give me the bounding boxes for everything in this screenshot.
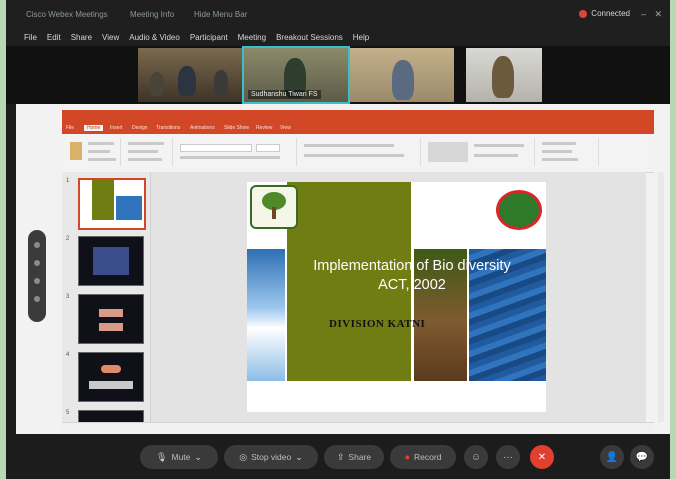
menu-participant[interactable]: Participant bbox=[190, 33, 228, 42]
pointer-icon[interactable] bbox=[34, 242, 40, 248]
share-label: Share bbox=[348, 452, 372, 462]
ribbon-tabs: File Home Insert Design Transitions Anim… bbox=[62, 124, 654, 134]
record-button[interactable]: ● Record bbox=[390, 445, 456, 469]
slide-subtitle: DIVISION KATNI bbox=[329, 318, 426, 330]
slide-number: 3 bbox=[66, 294, 70, 300]
tree-logo-icon bbox=[250, 185, 298, 229]
ribbon bbox=[62, 134, 654, 173]
menu-meeting[interactable]: Meeting bbox=[238, 33, 266, 42]
title-bar: Cisco Webex Meetings Meeting Info Hide M… bbox=[6, 0, 670, 28]
menu-audio-video[interactable]: Audio & Video bbox=[129, 33, 180, 42]
participant-figure bbox=[492, 56, 514, 98]
video-tile-2[interactable]: Sudhanshu Tiwari FS bbox=[242, 46, 350, 104]
participant-figure bbox=[178, 66, 196, 96]
microphone-icon: 🎙 bbox=[156, 451, 168, 462]
drawing-group bbox=[424, 138, 535, 166]
eraser-icon[interactable] bbox=[34, 278, 40, 284]
hide-menu-bar-tab[interactable]: Hide Menu Bar bbox=[194, 10, 247, 19]
slide-thumb-4[interactable] bbox=[78, 352, 144, 402]
status-bar bbox=[62, 422, 654, 433]
stop-video-label: Stop video bbox=[251, 452, 292, 462]
annotation-toolbar bbox=[28, 230, 46, 322]
meeting-info-tab[interactable]: Meeting Info bbox=[130, 10, 174, 19]
share-button[interactable]: ⇪ Share bbox=[324, 445, 384, 469]
chevron-down-icon: ⌄ bbox=[295, 451, 303, 462]
connection-status[interactable]: Connected bbox=[579, 9, 630, 18]
minimize-icon[interactable]: – bbox=[641, 9, 646, 19]
record-icon: ● bbox=[404, 452, 411, 462]
slide-thumb-2[interactable] bbox=[78, 236, 144, 286]
pen-icon[interactable] bbox=[34, 260, 40, 266]
more-tools-icon[interactable] bbox=[34, 296, 40, 302]
participant-name: Sudhanshu Tiwari FS bbox=[248, 90, 321, 99]
slide-number: 4 bbox=[66, 352, 70, 358]
video-tile-1[interactable] bbox=[138, 48, 242, 102]
paste-icon[interactable] bbox=[70, 142, 82, 160]
ribbon-tab-animations[interactable]: Animations bbox=[190, 125, 215, 131]
reactions-icon[interactable]: ☺ bbox=[464, 445, 488, 469]
record-label: Record bbox=[414, 452, 442, 462]
end-meeting-icon[interactable]: ✕ bbox=[530, 445, 554, 469]
powerpoint-title-bar bbox=[62, 110, 654, 124]
slide-thumb-1[interactable] bbox=[78, 178, 146, 230]
ribbon-tab-transitions[interactable]: Transitions bbox=[156, 125, 180, 131]
meeting-controls: 🎙 Mute ⌄ ◎ Stop video ⌄ ⇪ Share ● Record… bbox=[6, 434, 670, 479]
menu-file[interactable]: File bbox=[24, 33, 37, 42]
share-icon: ⇪ bbox=[336, 451, 345, 462]
app-title: Cisco Webex Meetings bbox=[26, 10, 108, 19]
slide-number: 2 bbox=[66, 236, 70, 242]
participant-figure bbox=[150, 72, 164, 96]
slide-title: Implementation of Bio diversity ACT, 200… bbox=[313, 258, 511, 293]
slide-editor: Implementation of Bio diversity ACT, 200… bbox=[151, 172, 646, 422]
editing-group bbox=[538, 138, 599, 166]
participant-figure bbox=[214, 70, 228, 96]
ribbon-tab-insert[interactable]: Insert bbox=[110, 125, 123, 131]
slide-number: 1 bbox=[66, 178, 70, 184]
more-options-icon[interactable]: ··· bbox=[496, 445, 520, 469]
vertical-scrollbar[interactable] bbox=[658, 172, 664, 422]
forest-department-emblem-icon bbox=[496, 190, 542, 230]
ribbon-tab-view[interactable]: View bbox=[280, 125, 291, 131]
clipboard-group bbox=[66, 138, 121, 166]
menu-breakout[interactable]: Breakout Sessions bbox=[276, 33, 343, 42]
webex-window: Cisco Webex Meetings Meeting Info Hide M… bbox=[6, 0, 670, 479]
font-group bbox=[176, 138, 297, 166]
mute-button[interactable]: 🎙 Mute ⌄ bbox=[140, 445, 218, 469]
slide-thumb-3[interactable] bbox=[78, 294, 144, 344]
video-tile-3[interactable] bbox=[350, 48, 454, 102]
connection-label: Connected bbox=[591, 9, 630, 18]
ribbon-tab-slideshow[interactable]: Slide Show bbox=[224, 125, 249, 131]
paragraph-group bbox=[300, 138, 421, 166]
ribbon-tab-home[interactable]: Home bbox=[84, 125, 104, 131]
menu-help[interactable]: Help bbox=[353, 33, 369, 42]
slides-group bbox=[124, 138, 173, 166]
close-icon[interactable]: ✕ bbox=[654, 9, 662, 20]
video-tile-4[interactable] bbox=[466, 48, 542, 102]
menu-bar: File Edit Share View Audio & Video Parti… bbox=[6, 28, 670, 46]
menu-share[interactable]: Share bbox=[71, 33, 92, 42]
ribbon-tab-file[interactable]: File bbox=[66, 125, 74, 131]
sky-image bbox=[247, 249, 285, 381]
participants-icon[interactable]: 👤 bbox=[600, 445, 624, 469]
slide-number: 5 bbox=[66, 410, 70, 416]
connection-icon bbox=[579, 9, 588, 18]
chevron-down-icon: ⌄ bbox=[194, 451, 202, 462]
ribbon-tab-review[interactable]: Review bbox=[256, 125, 272, 131]
menu-view[interactable]: View bbox=[102, 33, 119, 42]
stop-video-button[interactable]: ◎ Stop video ⌄ bbox=[224, 445, 318, 469]
shared-screen: File Home Insert Design Transitions Anim… bbox=[16, 104, 670, 434]
participant-figure bbox=[392, 60, 414, 100]
menu-edit[interactable]: Edit bbox=[47, 33, 61, 42]
mute-label: Mute bbox=[171, 452, 191, 462]
ribbon-tab-design[interactable]: Design bbox=[132, 125, 148, 131]
chat-icon[interactable]: 💬 bbox=[630, 445, 654, 469]
current-slide[interactable]: Implementation of Bio diversity ACT, 200… bbox=[247, 182, 546, 412]
slide-thumb-5[interactable] bbox=[78, 410, 144, 422]
camera-icon: ◎ bbox=[239, 451, 248, 462]
video-strip: Sudhanshu Tiwari FS bbox=[6, 46, 670, 104]
slide-thumbnails: 1 2 3 4 5 bbox=[62, 172, 151, 422]
